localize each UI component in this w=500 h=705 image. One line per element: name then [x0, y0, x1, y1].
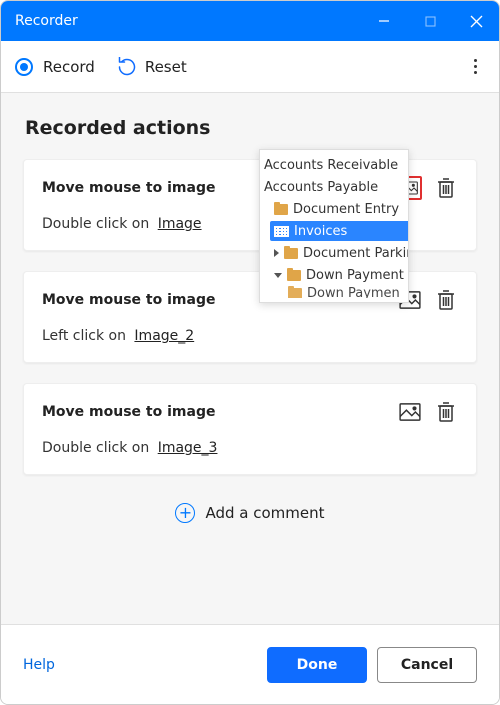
thumbnail-button[interactable] — [398, 400, 422, 424]
add-comment-label: Add a comment — [205, 504, 324, 522]
add-comment-button[interactable]: + Add a comment — [23, 495, 477, 543]
reset-label: Reset — [145, 58, 187, 76]
trash-icon — [437, 290, 455, 310]
expander-right-icon — [274, 249, 279, 257]
trash-icon — [437, 178, 455, 198]
tree-item[interactable]: Accounts Receivable — [260, 154, 408, 176]
section-title: Recorded actions — [25, 117, 477, 139]
delete-button[interactable] — [434, 288, 458, 312]
action-description: Left click on Image_2 — [42, 328, 458, 344]
reset-button[interactable]: Reset — [117, 57, 187, 77]
record-icon — [15, 58, 33, 76]
footer: Help Done Cancel — [1, 624, 499, 704]
title-bar: Recorder — [1, 1, 499, 41]
action-title: Move mouse to image — [42, 404, 215, 420]
window-title: Recorder — [15, 13, 78, 29]
image-icon — [399, 403, 421, 421]
folder-icon — [288, 288, 302, 298]
maximize-button[interactable] — [407, 1, 453, 41]
minimize-button[interactable] — [361, 1, 407, 41]
maximize-icon — [425, 16, 436, 27]
delete-button[interactable] — [434, 176, 458, 200]
action-title: Move mouse to image — [42, 292, 215, 308]
undo-icon — [117, 57, 137, 77]
cancel-button[interactable]: Cancel — [377, 647, 477, 683]
help-link[interactable]: Help — [23, 657, 55, 673]
tree-item-selected[interactable]: Invoices — [260, 220, 408, 242]
close-button[interactable] — [453, 1, 499, 41]
target-link[interactable]: Image — [158, 216, 202, 232]
more-button[interactable] — [466, 51, 485, 82]
dot-icon — [474, 65, 477, 68]
tree-item[interactable]: Document Entry — [260, 198, 408, 220]
done-button[interactable]: Done — [267, 647, 367, 683]
target-link[interactable]: Image_3 — [158, 440, 218, 456]
dot-icon — [474, 59, 477, 62]
body: Recorded actions Move mouse to image Dou… — [1, 93, 499, 624]
close-icon — [470, 15, 483, 28]
expander-down-icon — [274, 273, 282, 278]
record-label: Record — [43, 58, 95, 76]
tree-item[interactable]: Accounts Payable — [260, 176, 408, 198]
table-icon — [274, 226, 289, 237]
plus-circle-icon: + — [175, 503, 195, 523]
action-title: Move mouse to image — [42, 180, 215, 196]
record-button[interactable]: Record — [15, 58, 95, 76]
folder-icon — [274, 204, 288, 215]
action-card: Move mouse to image Double click on Imag… — [23, 383, 477, 475]
folder-icon — [287, 270, 301, 281]
minimize-icon — [378, 15, 390, 27]
tree-item[interactable]: Document Parkin — [260, 242, 408, 264]
tree-item[interactable]: Down Payment — [260, 264, 408, 286]
tree-popup: Accounts Receivable Accounts Payable Doc… — [259, 149, 409, 303]
target-link[interactable]: Image_2 — [134, 328, 194, 344]
recorder-window: Recorder Record Reset Recorded actions — [0, 0, 500, 705]
dot-icon — [474, 71, 477, 74]
action-description: Double click on Image_3 — [42, 440, 458, 456]
delete-button[interactable] — [434, 400, 458, 424]
toolbar: Record Reset — [1, 41, 499, 93]
folder-icon — [284, 248, 298, 259]
tree-item[interactable]: Down Paymen — [260, 286, 408, 298]
trash-icon — [437, 402, 455, 422]
